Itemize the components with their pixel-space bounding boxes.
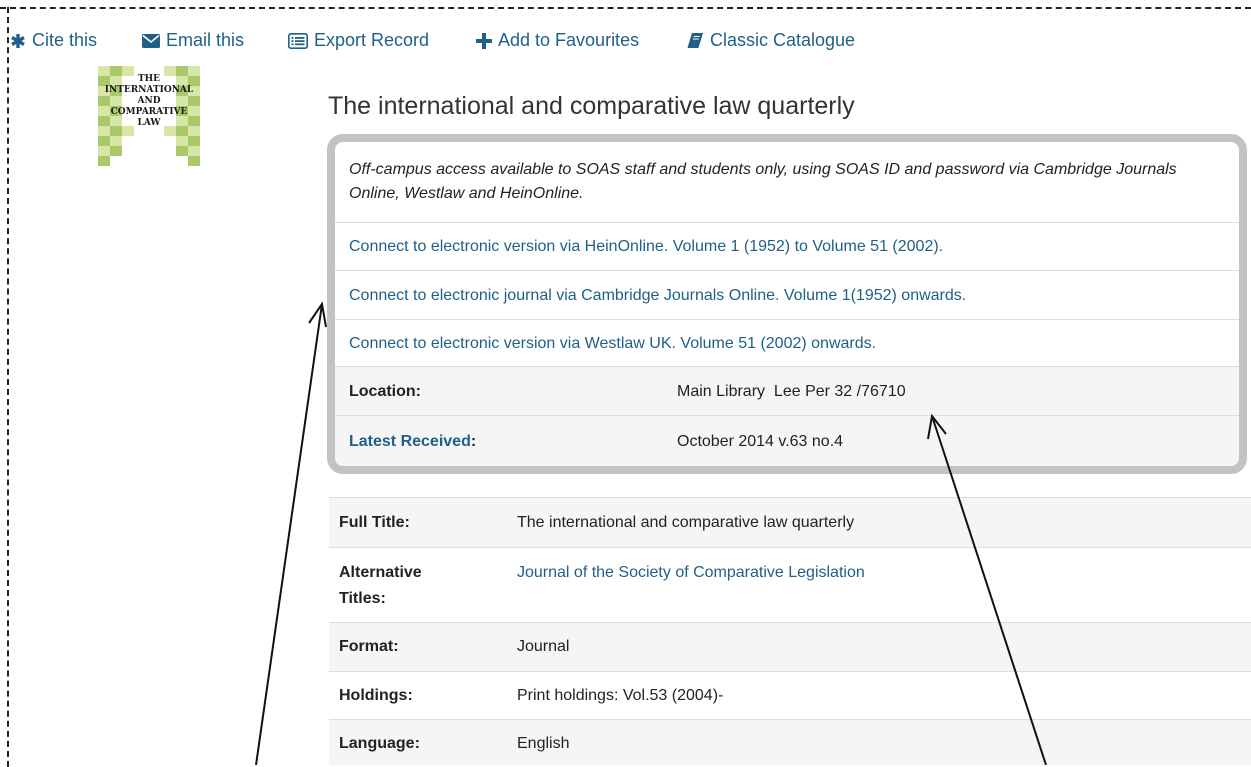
- annotation-arrow-right: [927, 413, 1047, 765]
- annotation-arrows: [255, 301, 1047, 765]
- annotation-arrow-left: [255, 301, 327, 765]
